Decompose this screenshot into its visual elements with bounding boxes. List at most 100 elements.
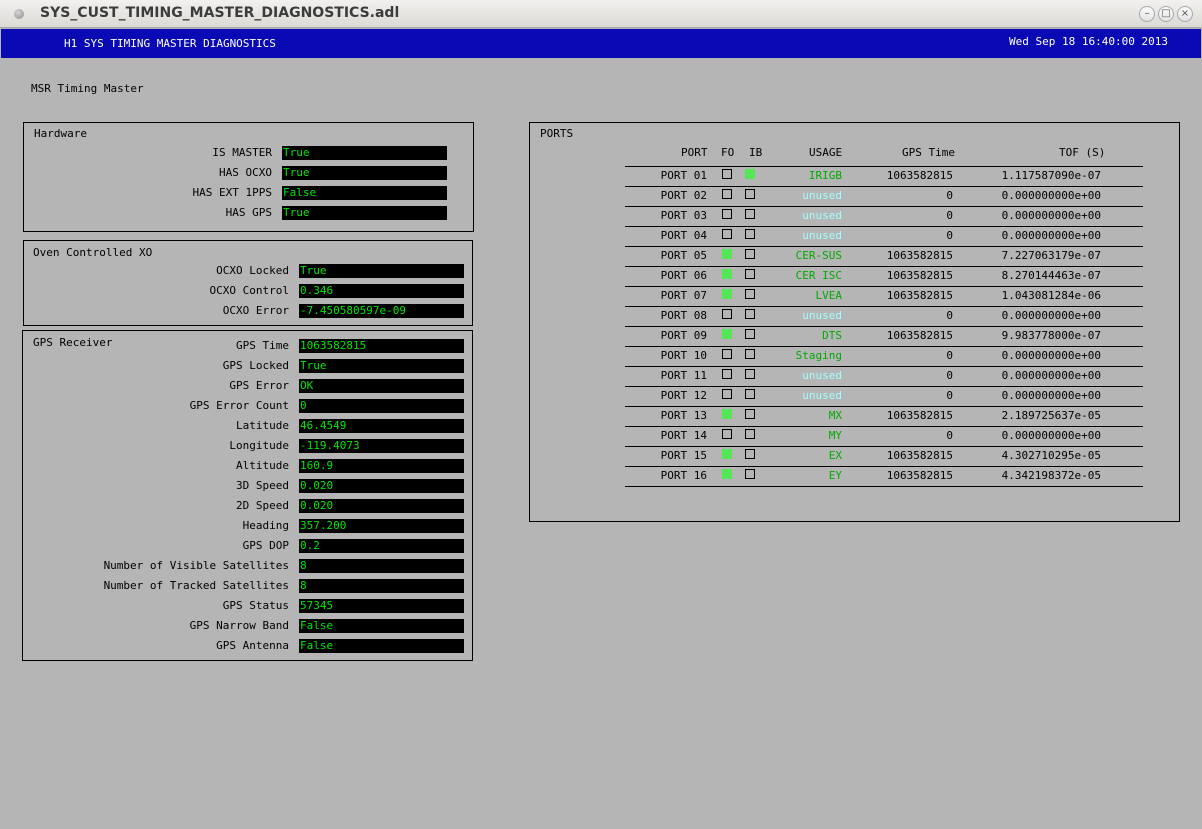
port-row-divider [625, 266, 1143, 267]
port-label: PORT 04 [660, 229, 707, 242]
ocxo-title: Oven Controlled XO [33, 246, 153, 259]
port-row-divider [625, 206, 1143, 207]
port-gps-time: 1063582815 [886, 409, 953, 422]
hw-has-gps-value: True [282, 206, 447, 220]
port-row-divider [625, 466, 1143, 467]
maximize-icon[interactable]: □ [1158, 6, 1174, 22]
port-tof: 0.000000000e+00 [1001, 189, 1101, 202]
port-row-divider [625, 306, 1143, 307]
fo-indicator [722, 229, 732, 239]
port-usage: EX [828, 449, 842, 462]
port-gps-time: 1063582815 [886, 289, 953, 302]
ib-indicator [745, 389, 755, 399]
port-tof: 4.302710295e-05 [1001, 449, 1101, 462]
window-title: SYS_CUST_TIMING_MASTER_DIAGNOSTICS.adl [40, 5, 400, 21]
port-tof: 1.117587090e-07 [1001, 169, 1101, 182]
port-label: PORT 11 [660, 369, 707, 382]
port-label: PORT 03 [660, 209, 707, 222]
gps-heading-label: Heading [242, 519, 289, 532]
port-tof: 0.000000000e+00 [1001, 429, 1101, 442]
port-usage: MX [828, 409, 842, 422]
gps-gps-narrow-band-label: GPS Narrow Band [189, 619, 289, 632]
port-label: PORT 09 [660, 329, 707, 342]
gps-gps-error-value: OK [299, 379, 464, 393]
gps-heading-value: 357.200 [299, 519, 464, 533]
ocxo-ocxo-control-label: OCXO Control [209, 284, 289, 297]
ports-header-port: PORT [681, 146, 708, 159]
port-tof: 9.983778000e-07 [1001, 329, 1101, 342]
gps-gps-status-label: GPS Status [222, 599, 289, 612]
port-tof: 2.189725637e-05 [1001, 409, 1101, 422]
window-menu-icon[interactable] [14, 9, 24, 19]
port-usage: LVEA [815, 289, 843, 302]
fo-indicator [722, 189, 732, 199]
fo-indicator [722, 349, 732, 359]
fo-indicator [722, 369, 732, 379]
port-usage: unused [802, 389, 842, 402]
port-gps-time: 0 [946, 349, 953, 362]
gps-gps-antenna-label: GPS Antenna [216, 639, 289, 652]
fo-indicator [722, 449, 732, 459]
fo-indicator [722, 329, 732, 339]
hw-has-ocxo-value: True [282, 166, 447, 180]
port-label: PORT 07 [660, 289, 707, 302]
port-gps-time: 1063582815 [886, 469, 953, 482]
gps-title: GPS Receiver [33, 336, 113, 349]
ocxo-ocxo-control-value: 0.346 [299, 284, 464, 298]
ib-indicator [745, 449, 755, 459]
gps-number-of-visible-satellites-value: 8 [299, 559, 464, 573]
gps-altitude-label: Altitude [236, 459, 289, 472]
ib-indicator [745, 409, 755, 419]
port-tof: 0.000000000e+00 [1001, 349, 1101, 362]
ib-indicator [745, 429, 755, 439]
ib-indicator [745, 169, 755, 179]
port-row-divider [625, 186, 1143, 187]
window-titlebar[interactable]: SYS_CUST_TIMING_MASTER_DIAGNOSTICS.adl –… [0, 0, 1202, 28]
port-gps-time: 0 [946, 429, 953, 442]
ocxo-ocxo-locked-value: True [299, 264, 464, 278]
gps-longitude-value: -119.4073 [299, 439, 464, 453]
ocxo-ocxo-error-label: OCXO Error [222, 304, 289, 317]
port-label: PORT 15 [660, 449, 707, 462]
fo-indicator [722, 289, 732, 299]
ports-header-gps-time: GPS Time [902, 146, 955, 159]
gps-gps-dop-label: GPS DOP [242, 539, 289, 552]
port-label: PORT 10 [660, 349, 707, 362]
port-label: PORT 05 [660, 249, 707, 262]
gps-gps-locked-value: True [299, 359, 464, 373]
gps-number-of-visible-satellites-label: Number of Visible Satellites [103, 559, 289, 572]
gps-latitude-value: 46.4549 [299, 419, 464, 433]
screen-title: H1 SYS TIMING MASTER DIAGNOSTICS [64, 37, 276, 50]
gps-gps-error-count-label: GPS Error Count [189, 399, 289, 412]
port-row-divider [625, 486, 1143, 487]
gps-2d-speed-value: 0.020 [299, 499, 464, 513]
gps-gps-locked-label: GPS Locked [222, 359, 289, 372]
hw-has-gps-label: HAS GPS [225, 206, 272, 219]
gps-gps-dop-value: 0.2 [299, 539, 464, 553]
banner-datetime: Wed Sep 18 16:40:00 2013 [1009, 35, 1168, 48]
port-row-divider [625, 366, 1143, 367]
fo-indicator [722, 469, 732, 479]
gps-3d-speed-label: 3D Speed [236, 479, 289, 492]
close-icon[interactable]: × [1177, 6, 1193, 22]
hw-is-master-value: True [282, 146, 447, 160]
screen-banner: H1 SYS TIMING MASTER DIAGNOSTICS Wed Sep… [1, 29, 1201, 58]
ib-indicator [745, 329, 755, 339]
port-row-divider [625, 286, 1143, 287]
ports-panel: PORTS [529, 122, 1180, 522]
port-gps-time: 0 [946, 389, 953, 402]
ports-header-usage: USAGE [809, 146, 843, 159]
port-label: PORT 02 [660, 189, 707, 202]
port-row-divider [625, 386, 1143, 387]
port-row-divider [625, 346, 1143, 347]
ocxo-ocxo-locked-label: OCXO Locked [216, 264, 289, 277]
port-label: PORT 16 [660, 469, 707, 482]
ports-header-fo: FO [721, 146, 735, 159]
port-tof: 0.000000000e+00 [1001, 229, 1101, 242]
minimize-icon[interactable]: – [1139, 6, 1155, 22]
hw-has-ocxo-label: HAS OCXO [219, 166, 272, 179]
port-gps-time: 1063582815 [886, 329, 953, 342]
gps-number-of-tracked-satellites-value: 8 [299, 579, 464, 593]
port-gps-time: 0 [946, 369, 953, 382]
port-gps-time: 0 [946, 229, 953, 242]
